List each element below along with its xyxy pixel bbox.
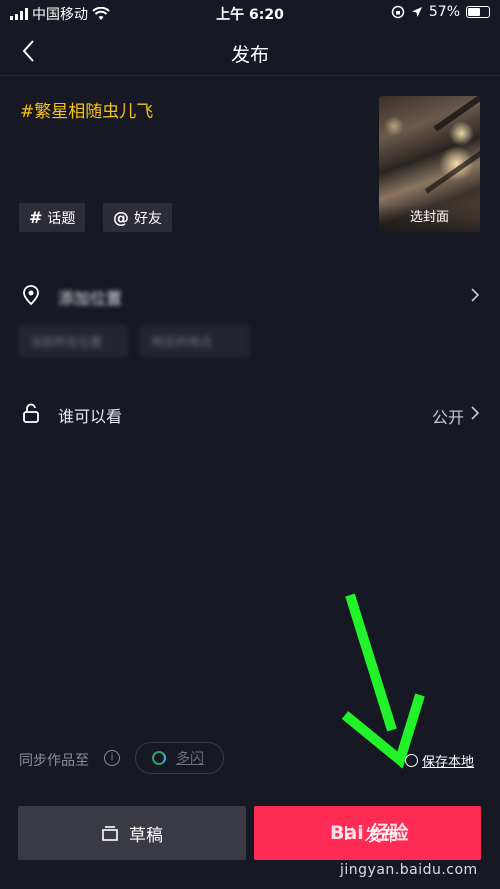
nav-bar: 发布 bbox=[0, 26, 500, 76]
location-suggestion[interactable]: 当前所在位置 bbox=[18, 325, 128, 357]
add-location-row[interactable]: 添加位置 bbox=[0, 276, 500, 316]
mention-friend-button[interactable]: @ 好友 bbox=[103, 203, 172, 232]
chevron-right-icon bbox=[471, 288, 480, 302]
draft-box-icon bbox=[102, 826, 118, 841]
save-local-toggle[interactable]: 保存本地 bbox=[405, 751, 474, 770]
radio-unchecked-icon bbox=[405, 754, 418, 767]
sync-label: 同步作品至 bbox=[19, 753, 89, 769]
lock-icon bbox=[23, 403, 39, 423]
draft-button[interactable]: 草稿 bbox=[18, 806, 246, 860]
location-icon bbox=[411, 7, 422, 17]
visibility-row[interactable]: 谁可以看 公开 bbox=[0, 394, 500, 434]
page-title: 发布 bbox=[230, 44, 269, 66]
hash-icon: # bbox=[29, 208, 43, 227]
annotation-arrow bbox=[341, 593, 425, 769]
friend-label: 好友 bbox=[134, 210, 162, 227]
topic-button[interactable]: # 话题 bbox=[19, 203, 86, 232]
add-location-label: 添加位置 bbox=[58, 289, 123, 308]
description-input[interactable]: #繁星相随虫儿飞 bbox=[20, 97, 153, 122]
sync-duoshan-toggle[interactable]: 多闪 bbox=[135, 742, 224, 774]
cover-label: 选封面 bbox=[379, 204, 480, 232]
duoshan-logo-icon bbox=[152, 751, 166, 765]
info-icon[interactable]: i bbox=[104, 750, 120, 766]
status-bar: 中国移动 上午 6:20 57% bbox=[0, 0, 500, 26]
cover-selector[interactable]: 选封面 bbox=[379, 96, 480, 232]
at-icon: @ bbox=[113, 208, 129, 227]
watermark-logo: Bai 经验 bbox=[330, 822, 409, 844]
duoshan-label: 多闪 bbox=[176, 751, 204, 767]
battery-percent: 57% bbox=[428, 4, 460, 20]
draft-label: 草稿 bbox=[129, 825, 163, 846]
watermark-url: jingyan.baidu.com bbox=[340, 862, 478, 878]
location-suggestion[interactable]: 附近的地点 bbox=[140, 325, 250, 357]
location-pin-icon bbox=[23, 285, 39, 306]
lock-rotation-icon bbox=[391, 5, 405, 19]
visibility-value: 公开 bbox=[431, 408, 464, 427]
visibility-label: 谁可以看 bbox=[58, 407, 123, 426]
topic-label: 话题 bbox=[47, 210, 76, 227]
chevron-right-icon bbox=[471, 406, 480, 420]
battery-icon bbox=[466, 6, 490, 18]
save-local-label: 保存本地 bbox=[422, 755, 475, 770]
